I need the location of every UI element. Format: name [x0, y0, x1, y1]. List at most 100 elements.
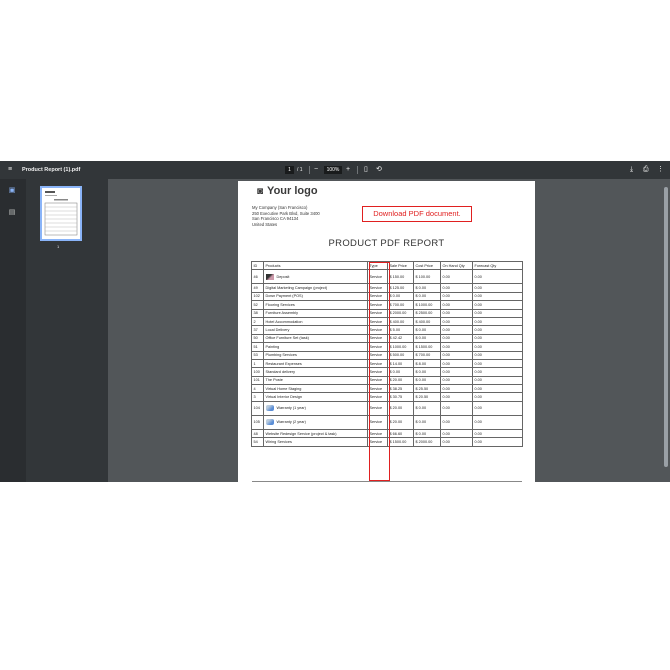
sidebar-rail: ▣ ▤: [0, 179, 26, 482]
cell-cost: $ 0.00: [413, 333, 441, 344]
cell-cost: $ 8.00: [413, 358, 441, 369]
cell-cost: $ 0.00: [413, 375, 441, 386]
thumbnails-icon[interactable]: ▣: [8, 187, 16, 195]
thumbnail-page-number: 1: [57, 244, 60, 249]
footer-divider: [252, 481, 522, 482]
download-pdf-link[interactable]: Download PDF document.: [362, 206, 472, 222]
cell-type: Service: [367, 350, 388, 360]
warranty-icon: [265, 405, 274, 412]
cell-name: Virtual Interior Design: [263, 392, 368, 402]
download-icon[interactable]: ⤓: [630, 161, 633, 179]
cell-forecast: 0.00: [472, 367, 523, 377]
table-row: 53 Plumbing Services Service $ 500.00 $ 700.…: [251, 350, 523, 360]
cell-cost: $ 100.00: [413, 269, 441, 285]
cell-id: 102: [251, 291, 264, 302]
cell-type: Service: [367, 400, 388, 416]
table-row: 48 Website Redesign Service (project & ta…: [251, 428, 523, 439]
cell-id: 52: [251, 300, 264, 310]
table-row: 38 Furniture Assembly Service $ 2000.00 $ 25…: [251, 308, 523, 318]
menu-icon[interactable]: ≡: [8, 161, 12, 179]
cell-onhand: 0.00: [440, 428, 473, 439]
cell-type: Service: [367, 308, 388, 318]
cell-type: Service: [367, 283, 388, 293]
cell-onhand: 0.00: [440, 375, 473, 386]
zoom-input[interactable]: 100%: [324, 166, 342, 174]
cell-forecast: 0.00: [472, 333, 523, 344]
table-row: 54 Wiring Services Service $ 1500.00 $ 2000.…: [251, 437, 523, 447]
cell-id: 3: [251, 392, 264, 402]
cell-sale: $ 1000.00: [387, 342, 414, 352]
cell-name: Warranty (2 year): [263, 414, 368, 430]
cell-id: 51: [251, 342, 264, 352]
print-icon[interactable]: ⎙: [643, 161, 649, 179]
cell-name: Painting: [263, 342, 368, 352]
cell-cost: $ 0.00: [413, 428, 441, 439]
page-total: / 1: [297, 167, 303, 173]
column-header-id: ID: [251, 260, 264, 271]
table-row: 49 Digital Marketing Campaign (project) Se…: [251, 283, 523, 293]
vertical-scrollbar[interactable]: [664, 187, 668, 467]
cell-id: 4: [251, 384, 264, 394]
cell-cost: $ 20.50: [413, 392, 441, 402]
page-number-input[interactable]: 1: [285, 166, 294, 174]
cell-name: Website Redesign Service (project & task…: [263, 428, 368, 439]
zoom-out-icon[interactable]: −: [314, 161, 318, 179]
camera-icon: ◙: [257, 186, 264, 197]
table-row: 37 Local Delivery Service $ 5.00 $ 0.00 0.00 0…: [251, 325, 523, 335]
outline-icon[interactable]: ▤: [8, 209, 16, 217]
cell-id: 53: [251, 350, 264, 360]
cell-sale: $ 20.00: [387, 414, 414, 430]
product-name: Warranty (1 year): [276, 406, 306, 411]
cell-forecast: 0.00: [472, 384, 523, 394]
pdf-toolbar: ≡ Product Report (1).pdf 1 / 1 − 100% + …: [0, 161, 670, 179]
thumbnail-preview: [44, 191, 78, 236]
cell-sale: $ 5.00: [387, 325, 414, 335]
cell-onhand: 0.00: [440, 308, 473, 318]
cell-type: Service: [367, 384, 388, 394]
cell-id: 38: [251, 308, 264, 318]
page-thumbnail[interactable]: [40, 186, 82, 241]
product-table: ID Products Type Sale Price Cost Price O…: [251, 260, 523, 447]
cell-name: Hotel Accommodation: [263, 316, 368, 327]
rotate-icon[interactable]: ⟲: [376, 161, 382, 179]
table-row: 50 Office Furniture Set (task) Service $ 42…: [251, 333, 523, 344]
cell-id: 37: [251, 325, 264, 335]
cell-sale: $ 20.00: [387, 375, 414, 386]
cell-onhand: 0.00: [440, 358, 473, 369]
cell-type: Service: [367, 358, 388, 369]
cell-sale: $ 700.00: [387, 300, 414, 310]
product-name: Warranty (2 year): [276, 420, 306, 425]
cell-type: Service: [367, 375, 388, 386]
column-header-forecast-qty: Forecast Qty: [472, 260, 523, 271]
logo-text: Your logo: [267, 185, 318, 197]
cell-name: Plumbing Services: [263, 350, 368, 360]
cell-forecast: 0.00: [472, 428, 523, 439]
cell-cost: $ 1500.00: [413, 342, 441, 352]
cell-onhand: 0.00: [440, 384, 473, 394]
cell-type: Service: [367, 325, 388, 335]
cell-forecast: 0.00: [472, 316, 523, 327]
cell-cost: $ 0.00: [413, 367, 441, 377]
pdf-viewer: ≡ Product Report (1).pdf 1 / 1 − 100% + …: [0, 161, 670, 482]
cell-id: 1: [251, 358, 264, 369]
column-header-cost-price: Cost Price: [413, 260, 441, 271]
cell-onhand: 0.00: [440, 367, 473, 377]
cell-sale: $ 2000.00: [387, 308, 414, 318]
cell-onhand: 0.00: [440, 350, 473, 360]
zoom-in-icon[interactable]: +: [346, 161, 350, 179]
cell-sale: $ 0.00: [387, 367, 414, 377]
fit-page-icon[interactable]: ▯: [364, 161, 368, 179]
cell-onhand: 0.00: [440, 325, 473, 335]
cell-sale: $ 66.60: [387, 428, 414, 439]
cell-cost: $ 1000.00: [413, 300, 441, 310]
cell-sale: $ 30.75: [387, 392, 414, 402]
cell-name: Flooring Services: [263, 300, 368, 310]
cell-onhand: 0.00: [440, 342, 473, 352]
cell-sale: $ 0.00: [387, 291, 414, 302]
toolbar-divider: [309, 166, 310, 174]
table-row: 52 Flooring Services Service $ 700.00 $ 1000…: [251, 300, 523, 310]
cell-name: Digital Marketing Campaign (project): [263, 283, 368, 293]
table-row: 3 Virtual Interior Design Service $ 30.75 $ …: [251, 392, 523, 402]
more-options-icon[interactable]: ⋮: [657, 161, 664, 179]
cell-cost: $ 700.00: [413, 350, 441, 360]
